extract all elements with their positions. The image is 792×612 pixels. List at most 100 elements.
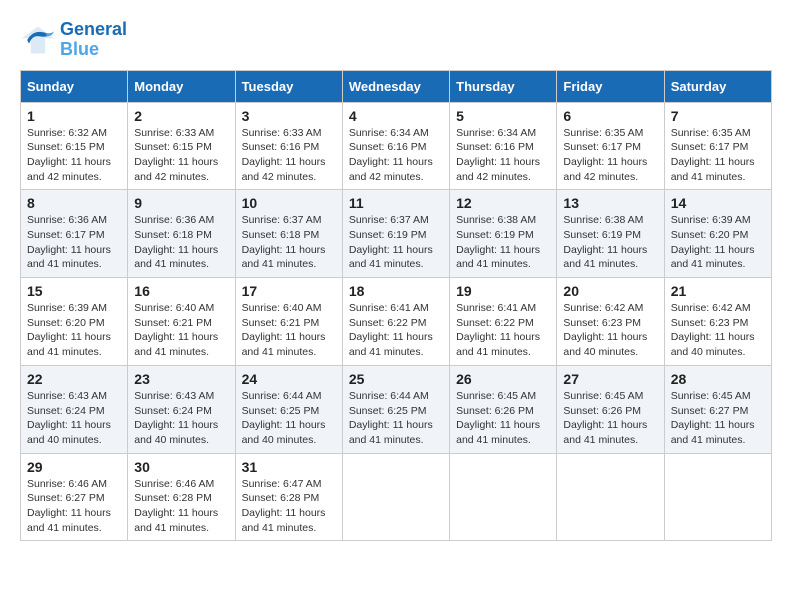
day-number: 26 <box>456 371 550 387</box>
day-info: Sunrise: 6:46 AM Sunset: 6:28 PM Dayligh… <box>134 477 228 536</box>
day-number: 25 <box>349 371 443 387</box>
day-number: 29 <box>27 459 121 475</box>
day-info: Sunrise: 6:42 AM Sunset: 6:23 PM Dayligh… <box>563 301 657 360</box>
day-number: 7 <box>671 108 765 124</box>
calendar-day-cell: 31Sunrise: 6:47 AM Sunset: 6:28 PM Dayli… <box>235 453 342 541</box>
day-number: 16 <box>134 283 228 299</box>
calendar-day-cell: 24 Sunrise: 6:44 AM Sunset: 6:25 PM Dayli… <box>235 365 342 453</box>
calendar-day-header: Tuesday <box>235 70 342 102</box>
day-number: 5 <box>456 108 550 124</box>
day-number: 24 <box>242 371 336 387</box>
calendar-day-cell <box>664 453 771 541</box>
day-number: 17 <box>242 283 336 299</box>
day-number: 1 <box>27 108 121 124</box>
calendar-day-cell: 23 Sunrise: 6:43 AM Sunset: 6:24 PM Dayli… <box>128 365 235 453</box>
calendar-day-cell: 16 Sunrise: 6:40 AM Sunset: 6:21 PM Dayli… <box>128 278 235 366</box>
calendar-day-cell: 25Sunrise: 6:44 AM Sunset: 6:25 PM Dayli… <box>342 365 449 453</box>
calendar-day-header: Monday <box>128 70 235 102</box>
calendar-day-cell <box>450 453 557 541</box>
calendar-day-cell: 29 Sunrise: 6:46 AM Sunset: 6:27 PM Dayli… <box>21 453 128 541</box>
day-info: Sunrise: 6:45 AM Sunset: 6:26 PM Dayligh… <box>456 389 550 448</box>
day-info: Sunrise: 6:41 AM Sunset: 6:22 PM Dayligh… <box>349 301 443 360</box>
calendar-week-row: 22Sunrise: 6:43 AM Sunset: 6:24 PM Dayli… <box>21 365 772 453</box>
calendar-day-cell: 30 Sunrise: 6:46 AM Sunset: 6:28 PM Dayli… <box>128 453 235 541</box>
day-number: 13 <box>563 195 657 211</box>
day-number: 19 <box>456 283 550 299</box>
calendar-day-cell: 6Sunrise: 6:35 AM Sunset: 6:17 PM Daylig… <box>557 102 664 190</box>
calendar-week-row: 29 Sunrise: 6:46 AM Sunset: 6:27 PM Dayli… <box>21 453 772 541</box>
calendar-day-cell: 15 Sunrise: 6:39 AM Sunset: 6:20 PM Dayli… <box>21 278 128 366</box>
day-info: Sunrise: 6:43 AM Sunset: 6:24 PM Dayligh… <box>27 389 121 448</box>
calendar-day-cell: 7Sunrise: 6:35 AM Sunset: 6:17 PM Daylig… <box>664 102 771 190</box>
calendar-day-cell: 11Sunrise: 6:37 AM Sunset: 6:19 PM Dayli… <box>342 190 449 278</box>
calendar-body: 1 Sunrise: 6:32 AM Sunset: 6:15 PM Daylig… <box>21 102 772 541</box>
calendar-day-header: Saturday <box>664 70 771 102</box>
day-number: 2 <box>134 108 228 124</box>
day-info: Sunrise: 6:36 AM Sunset: 6:18 PM Dayligh… <box>134 213 228 272</box>
day-number: 20 <box>563 283 657 299</box>
day-info: Sunrise: 6:33 AM Sunset: 6:15 PM Dayligh… <box>134 126 228 185</box>
calendar-day-cell <box>557 453 664 541</box>
calendar-day-cell: 4 Sunrise: 6:34 AM Sunset: 6:16 PM Daylig… <box>342 102 449 190</box>
page-header: GeneralBlue <box>20 20 772 60</box>
day-info: Sunrise: 6:34 AM Sunset: 6:16 PM Dayligh… <box>349 126 443 185</box>
calendar-day-cell: 1 Sunrise: 6:32 AM Sunset: 6:15 PM Daylig… <box>21 102 128 190</box>
day-info: Sunrise: 6:39 AM Sunset: 6:20 PM Dayligh… <box>27 301 121 360</box>
day-number: 15 <box>27 283 121 299</box>
calendar-day-cell: 27 Sunrise: 6:45 AM Sunset: 6:26 PM Dayli… <box>557 365 664 453</box>
day-number: 4 <box>349 108 443 124</box>
calendar-day-cell: 21 Sunrise: 6:42 AM Sunset: 6:23 PM Dayli… <box>664 278 771 366</box>
day-number: 8 <box>27 195 121 211</box>
calendar-day-header: Friday <box>557 70 664 102</box>
day-info: Sunrise: 6:38 AM Sunset: 6:19 PM Dayligh… <box>563 213 657 272</box>
day-info: Sunrise: 6:43 AM Sunset: 6:24 PM Dayligh… <box>134 389 228 448</box>
calendar-day-cell: 18 Sunrise: 6:41 AM Sunset: 6:22 PM Dayli… <box>342 278 449 366</box>
day-number: 30 <box>134 459 228 475</box>
day-info: Sunrise: 6:41 AM Sunset: 6:22 PM Dayligh… <box>456 301 550 360</box>
day-number: 9 <box>134 195 228 211</box>
day-number: 14 <box>671 195 765 211</box>
calendar-week-row: 1 Sunrise: 6:32 AM Sunset: 6:15 PM Daylig… <box>21 102 772 190</box>
calendar-day-header: Thursday <box>450 70 557 102</box>
day-number: 10 <box>242 195 336 211</box>
day-number: 12 <box>456 195 550 211</box>
day-info: Sunrise: 6:36 AM Sunset: 6:17 PM Dayligh… <box>27 213 121 272</box>
day-info: Sunrise: 6:32 AM Sunset: 6:15 PM Dayligh… <box>27 126 121 185</box>
calendar-day-cell <box>342 453 449 541</box>
calendar-day-cell: 10 Sunrise: 6:37 AM Sunset: 6:18 PM Dayli… <box>235 190 342 278</box>
day-number: 21 <box>671 283 765 299</box>
calendar-day-cell: 22Sunrise: 6:43 AM Sunset: 6:24 PM Dayli… <box>21 365 128 453</box>
day-number: 23 <box>134 371 228 387</box>
day-info: Sunrise: 6:45 AM Sunset: 6:27 PM Dayligh… <box>671 389 765 448</box>
day-info: Sunrise: 6:37 AM Sunset: 6:18 PM Dayligh… <box>242 213 336 272</box>
calendar-week-row: 8 Sunrise: 6:36 AM Sunset: 6:17 PM Daylig… <box>21 190 772 278</box>
day-info: Sunrise: 6:46 AM Sunset: 6:27 PM Dayligh… <box>27 477 121 536</box>
calendar-day-cell: 19 Sunrise: 6:41 AM Sunset: 6:22 PM Dayli… <box>450 278 557 366</box>
calendar-day-header: Wednesday <box>342 70 449 102</box>
calendar-day-cell: 20 Sunrise: 6:42 AM Sunset: 6:23 PM Dayli… <box>557 278 664 366</box>
logo-icon <box>20 22 56 58</box>
calendar-day-cell: 5Sunrise: 6:34 AM Sunset: 6:16 PM Daylig… <box>450 102 557 190</box>
day-number: 3 <box>242 108 336 124</box>
day-info: Sunrise: 6:47 AM Sunset: 6:28 PM Dayligh… <box>242 477 336 536</box>
day-info: Sunrise: 6:33 AM Sunset: 6:16 PM Dayligh… <box>242 126 336 185</box>
calendar-day-header: Sunday <box>21 70 128 102</box>
calendar-day-cell: 8 Sunrise: 6:36 AM Sunset: 6:17 PM Daylig… <box>21 190 128 278</box>
logo: GeneralBlue <box>20 20 127 60</box>
day-info: Sunrise: 6:38 AM Sunset: 6:19 PM Dayligh… <box>456 213 550 272</box>
day-info: Sunrise: 6:44 AM Sunset: 6:25 PM Dayligh… <box>242 389 336 448</box>
calendar-day-cell: 14Sunrise: 6:39 AM Sunset: 6:20 PM Dayli… <box>664 190 771 278</box>
calendar-table: SundayMondayTuesdayWednesdayThursdayFrid… <box>20 70 772 542</box>
day-info: Sunrise: 6:35 AM Sunset: 6:17 PM Dayligh… <box>563 126 657 185</box>
calendar-day-cell: 2 Sunrise: 6:33 AM Sunset: 6:15 PM Daylig… <box>128 102 235 190</box>
day-info: Sunrise: 6:40 AM Sunset: 6:21 PM Dayligh… <box>134 301 228 360</box>
calendar-day-cell: 28Sunrise: 6:45 AM Sunset: 6:27 PM Dayli… <box>664 365 771 453</box>
day-info: Sunrise: 6:45 AM Sunset: 6:26 PM Dayligh… <box>563 389 657 448</box>
day-info: Sunrise: 6:42 AM Sunset: 6:23 PM Dayligh… <box>671 301 765 360</box>
day-number: 27 <box>563 371 657 387</box>
day-number: 18 <box>349 283 443 299</box>
calendar-day-cell: 3 Sunrise: 6:33 AM Sunset: 6:16 PM Daylig… <box>235 102 342 190</box>
calendar-day-cell: 12 Sunrise: 6:38 AM Sunset: 6:19 PM Dayli… <box>450 190 557 278</box>
calendar-header-row: SundayMondayTuesdayWednesdayThursdayFrid… <box>21 70 772 102</box>
day-info: Sunrise: 6:37 AM Sunset: 6:19 PM Dayligh… <box>349 213 443 272</box>
